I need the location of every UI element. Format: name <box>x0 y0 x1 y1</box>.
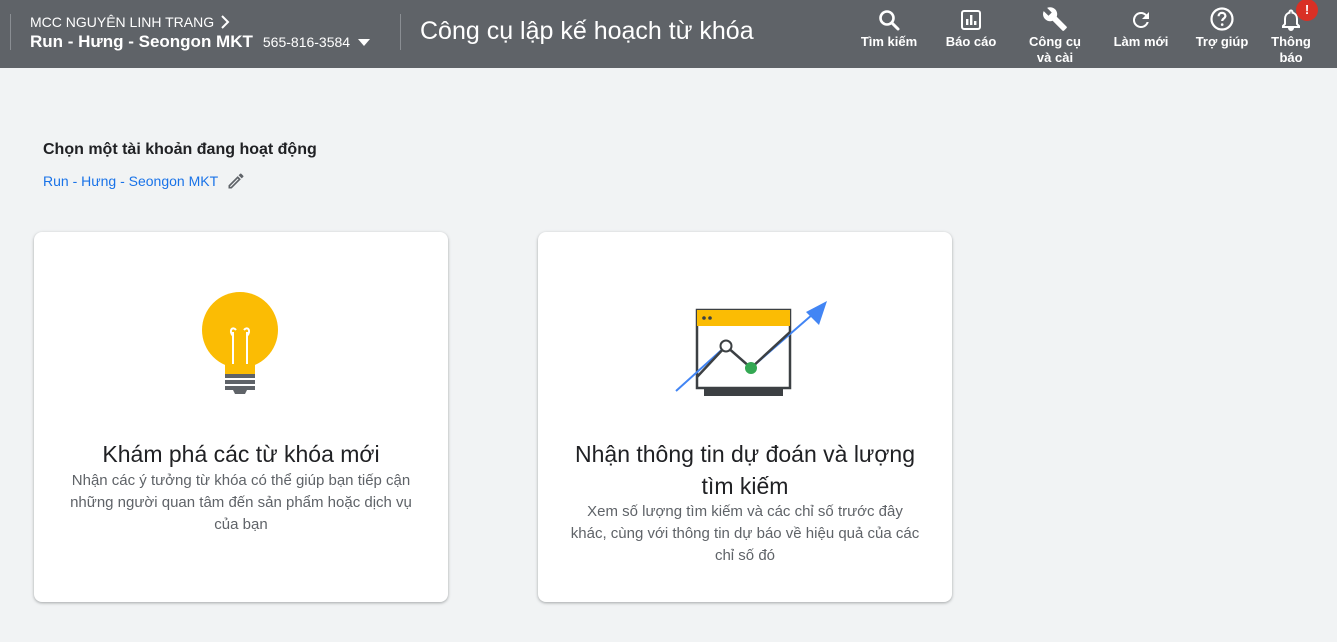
pencil-icon[interactable] <box>226 171 246 191</box>
active-account-link[interactable]: Run - Hưng - Seongon MKT <box>43 171 246 191</box>
bell-icon <box>1251 4 1331 32</box>
section-title: Chọn một tài khoản đang hoạt động <box>43 141 317 158</box>
top-app-bar: MCC NGUYÊN LINH TRANG Run - Hưng - Seong… <box>0 0 1337 68</box>
page-title: Công cụ lập kế hoạch từ khóa <box>420 17 754 45</box>
refresh-label: Làm mới <box>1113 34 1169 49</box>
card-title: Khám phá các từ khóa mới <box>102 441 380 467</box>
lightbulb-icon <box>202 292 278 394</box>
search-icon <box>849 4 929 32</box>
reports-label: Báo cáo <box>945 34 997 49</box>
help-icon <box>1182 4 1262 32</box>
account-id: 565-816-3584 <box>262 34 351 50</box>
active-account-name: Run - Hưng - Seongon MKT <box>43 173 219 189</box>
dropdown-caret-icon <box>358 39 371 46</box>
notifications-button[interactable]: ! Thông báo <box>1251 0 1331 66</box>
mcc-name: MCC NGUYÊN LINH TRANG <box>30 14 215 30</box>
mcc-breadcrumb[interactable]: MCC NGUYÊN LINH TRANG <box>30 14 230 30</box>
help-button[interactable]: Trợ giúp <box>1182 4 1262 50</box>
notification-badge: ! <box>1296 0 1318 21</box>
notifications-label: Thông báo <box>1271 34 1311 65</box>
header-divider <box>400 14 401 50</box>
card-description: Xem số lượng tìm kiếm và các chỉ số trướ… <box>570 503 920 564</box>
help-label: Trợ giúp <box>1195 34 1249 49</box>
reports-button[interactable]: Báo cáo <box>931 4 1011 50</box>
reports-icon <box>931 4 1011 32</box>
search-label: Tìm kiếm <box>860 34 918 49</box>
tools-button[interactable]: Công cụ và cài <box>1015 4 1095 66</box>
tools-label: Công cụ và cài <box>1029 34 1081 65</box>
discover-keywords-card[interactable]: Khám phá các từ khóa mới Nhận các ý tưởn… <box>34 232 448 602</box>
card-title: Nhận thông tin dự đoán và lượng tìm kiếm <box>575 441 915 499</box>
card-description: Nhận các ý tưởng từ khóa có thể giúp bạn… <box>70 472 412 533</box>
account-name: Run - Hưng - Seongon MKT <box>30 32 253 51</box>
forecast-chart-icon <box>675 301 827 396</box>
refresh-button[interactable]: Làm mới <box>1101 4 1181 50</box>
account-switcher[interactable]: Run - Hưng - Seongon MKT 565-816-3584 <box>30 32 371 52</box>
search-button[interactable]: Tìm kiếm <box>849 4 929 50</box>
wrench-icon <box>1015 4 1095 32</box>
account-selector-border <box>10 14 31 50</box>
refresh-icon <box>1101 4 1181 32</box>
forecast-card[interactable]: Nhận thông tin dự đoán và lượng tìm kiếm… <box>538 232 952 602</box>
chevron-right-icon <box>221 15 230 29</box>
